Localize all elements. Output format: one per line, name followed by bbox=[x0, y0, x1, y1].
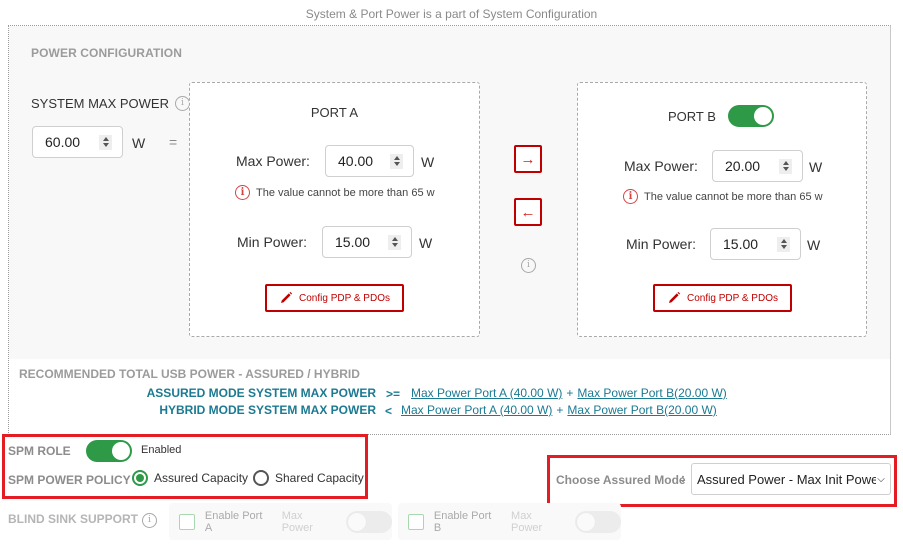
info-icon[interactable]: i bbox=[174, 96, 190, 111]
port-a-max-unit: W bbox=[421, 154, 435, 170]
assured-mode-selected-value: Assured Power - Max Init Power bbox=[697, 471, 876, 487]
port-b-title: PORT B bbox=[668, 108, 716, 124]
move-right-button[interactable]: → bbox=[514, 145, 542, 173]
port-a-min-unit: W bbox=[419, 235, 433, 251]
recommended-title: RECOMMENDED TOTAL USB POWER - ASSURED / … bbox=[19, 367, 360, 381]
port-b-error-text: The value cannot be more than 65 w bbox=[644, 190, 823, 203]
port-b-max-power-toggle-label: Max Power bbox=[511, 509, 543, 534]
port-a-title: PORT A bbox=[310, 105, 359, 120]
enable-port-a-checkbox[interactable] bbox=[179, 513, 195, 530]
move-left-button[interactable]: ← bbox=[514, 198, 542, 226]
port-a-max-power-label: Max Power: bbox=[236, 153, 310, 169]
assured-port-a-link[interactable]: Max Power Port A (40.00 W) bbox=[411, 386, 562, 400]
info-icon[interactable]: i bbox=[142, 513, 157, 528]
port-b-min-power-input[interactable]: 15.00 bbox=[710, 228, 801, 260]
arrow-left-icon: ← bbox=[520, 203, 536, 221]
assured-mode-formula: Max Power Port A (40.00 W) + Max Power P… bbox=[411, 386, 727, 400]
hybrid-mode-formula: Max Power Port A (40.00 W) + Max Power P… bbox=[401, 403, 717, 417]
error-info-icon: i bbox=[623, 189, 638, 204]
assured-mode-label: Choose Assured Mode bbox=[556, 473, 686, 487]
spinner-icon[interactable] bbox=[779, 158, 792, 174]
arrow-right-icon: → bbox=[520, 150, 536, 168]
port-b-error-message: i The value cannot be more than 65 w bbox=[623, 189, 823, 204]
port-a-max-power-input[interactable]: 40.00 bbox=[325, 145, 414, 177]
port-a-min-power-value: 15.00 bbox=[335, 234, 371, 250]
plus-sign: + bbox=[566, 386, 574, 400]
spm-power-policy-label: SPM POWER POLICY bbox=[8, 473, 131, 487]
hybrid-port-b-link[interactable]: Max Power Port B(20.00 W) bbox=[567, 403, 716, 417]
assured-mode-select[interactable]: Assured Power - Max Init Power ⌵ bbox=[691, 463, 891, 495]
assured-capacity-label: Assured Capacity bbox=[154, 471, 249, 485]
spinner-icon[interactable] bbox=[388, 234, 401, 250]
blind-sink-label: BLIND SINK SUPPORT bbox=[8, 512, 139, 526]
port-b-max-power-value: 20.00 bbox=[725, 158, 761, 174]
assured-port-b-link[interactable]: Max Power Port B(20.00 W) bbox=[577, 386, 726, 400]
port-a-min-power-input[interactable]: 15.00 bbox=[322, 226, 412, 258]
pencil-icon bbox=[281, 291, 293, 303]
equals-sign: = bbox=[169, 134, 178, 150]
port-b-min-unit: W bbox=[807, 237, 821, 253]
port-b-max-power-toggle[interactable] bbox=[575, 510, 621, 533]
hybrid-port-a-link[interactable]: Max Power Port A (40.00 W) bbox=[401, 403, 552, 417]
spm-role-toggle[interactable] bbox=[86, 440, 132, 462]
hybrid-mode-label: HYBRID MODE SYSTEM MAX POWER bbox=[159, 403, 376, 417]
error-info-icon: i bbox=[235, 185, 250, 200]
port-a-max-power-toggle-label: Max Power bbox=[281, 509, 313, 534]
port-b-max-power-input[interactable]: 20.00 bbox=[712, 150, 803, 182]
radio-unselected-icon[interactable] bbox=[253, 470, 269, 486]
hybrid-mode-operator: < bbox=[385, 404, 393, 418]
port-b-config-pdp-button[interactable]: Config PDP & PDOs bbox=[653, 284, 792, 312]
port-a-error-message: i The value cannot be more than 65 w bbox=[235, 185, 435, 200]
port-b-config-label: Config PDP & PDOs bbox=[687, 292, 778, 304]
port-a-max-power-value: 40.00 bbox=[338, 153, 374, 169]
section-title: POWER CONFIGURATION bbox=[31, 46, 183, 60]
system-max-power-input[interactable]: 60.00 bbox=[32, 126, 123, 158]
system-max-power-value: 60.00 bbox=[45, 134, 81, 150]
port-a-max-power-toggle[interactable] bbox=[346, 510, 393, 533]
assured-mode-operator: >= bbox=[386, 387, 401, 401]
enable-port-b-checkbox[interactable] bbox=[408, 513, 424, 530]
radio-selected-icon[interactable] bbox=[132, 470, 148, 486]
info-icon[interactable]: i bbox=[521, 258, 536, 273]
shared-capacity-label: Shared Capacity bbox=[275, 471, 364, 485]
spinner-icon[interactable] bbox=[99, 134, 112, 150]
pencil-icon bbox=[669, 291, 681, 303]
port-a-config-pdp-button[interactable]: Config PDP & PDOs bbox=[265, 284, 404, 312]
port-a-config-label: Config PDP & PDOs bbox=[299, 292, 390, 304]
port-b-header: PORT B bbox=[668, 105, 774, 127]
enable-port-b-label: Enable Port B bbox=[433, 509, 492, 534]
enable-port-a-label: Enable Port A bbox=[204, 509, 263, 534]
port-b-max-power-label: Max Power: bbox=[624, 158, 698, 174]
plus-sign: + bbox=[556, 403, 564, 417]
chevron-down-icon: ⌵ bbox=[876, 473, 890, 485]
system-max-power-label-group: SYSTEM MAX POWER i bbox=[31, 96, 190, 111]
port-a-error-text: The value cannot be more than 65 w bbox=[256, 186, 435, 199]
blind-sink-port-b: Enable Port B Max Power bbox=[398, 503, 621, 540]
system-max-power-label: SYSTEM MAX POWER bbox=[31, 96, 169, 111]
port-b-min-power-label: Min Power: bbox=[626, 236, 697, 252]
assured-mode-label: ASSURED MODE SYSTEM MAX POWER bbox=[146, 386, 376, 400]
system-max-power-unit: W bbox=[132, 135, 146, 151]
spinner-icon[interactable] bbox=[390, 153, 403, 169]
spm-role-status: Enabled bbox=[141, 444, 182, 456]
port-b-max-unit: W bbox=[809, 159, 823, 175]
port-a-min-power-label: Min Power: bbox=[237, 234, 308, 250]
config-notice: System & Port Power is a part of System … bbox=[305, 7, 598, 21]
radio-assured-capacity[interactable]: Assured Capacity bbox=[132, 470, 248, 486]
spinner-icon[interactable] bbox=[777, 236, 790, 252]
assured-mode-colon: : bbox=[681, 471, 685, 485]
spm-role-label: SPM ROLE bbox=[8, 444, 71, 458]
port-b-enable-toggle[interactable] bbox=[727, 105, 774, 127]
radio-shared-capacity[interactable]: Shared Capacity bbox=[253, 470, 364, 486]
blind-sink-port-a: Enable Port A Max Power bbox=[169, 503, 393, 540]
port-b-min-power-value: 15.00 bbox=[723, 236, 759, 252]
